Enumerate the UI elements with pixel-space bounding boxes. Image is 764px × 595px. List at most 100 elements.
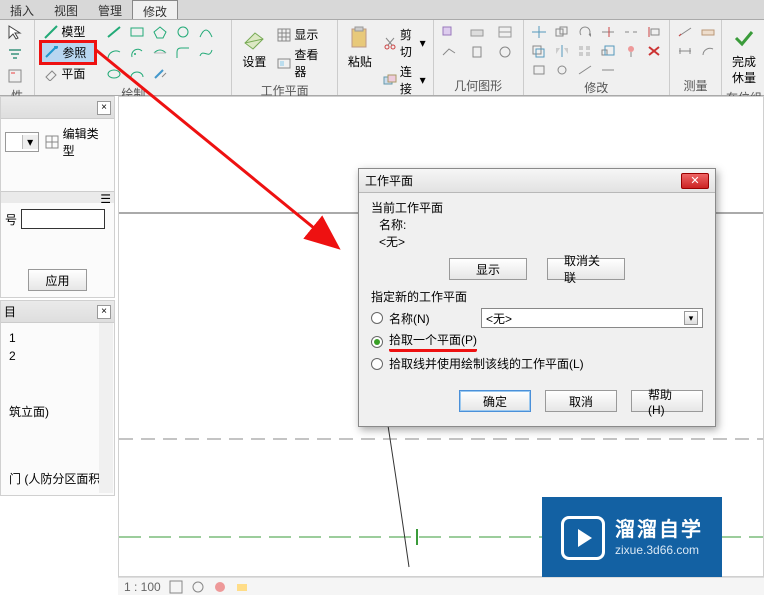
- set-workplane-btn[interactable]: 设置: [236, 22, 272, 72]
- plane-btn[interactable]: 平面: [41, 64, 95, 83]
- meas-4[interactable]: [697, 41, 719, 61]
- mod-mirror[interactable]: [551, 41, 573, 61]
- halfellipse-tool[interactable]: [126, 64, 148, 84]
- mod-align[interactable]: [643, 22, 665, 42]
- radio-name[interactable]: [371, 312, 383, 324]
- finish-label2: 休量: [732, 69, 756, 86]
- sb-icon[interactable]: [169, 580, 183, 594]
- arc-tan-tool[interactable]: [149, 43, 171, 63]
- mod-14[interactable]: [551, 60, 573, 80]
- sb-icon[interactable]: [191, 580, 205, 594]
- poly-tool[interactable]: [149, 22, 171, 42]
- mod-trim[interactable]: [597, 22, 619, 42]
- edit-type-label: 编辑类型: [63, 125, 110, 159]
- geo-5[interactable]: [466, 42, 488, 62]
- help-button[interactable]: 帮助(H): [631, 390, 703, 412]
- field-input[interactable]: [21, 209, 105, 229]
- model-line-btn[interactable]: 模型: [41, 22, 95, 41]
- mod-copy[interactable]: [551, 22, 573, 42]
- tab-modify[interactable]: 修改: [132, 0, 178, 19]
- scale-label[interactable]: 1 : 100: [124, 580, 161, 594]
- workplane-dialog: 工作平面 ✕ 当前工作平面 名称: <无> 显示 取消关联 指定新的工作平面 名…: [358, 168, 716, 427]
- show-workplane-btn[interactable]: 显示: [274, 25, 332, 44]
- mod-split[interactable]: [620, 22, 642, 42]
- geo-1[interactable]: [438, 22, 460, 42]
- arc-start-tool[interactable]: [103, 43, 125, 63]
- radio-pick-plane[interactable]: [371, 336, 383, 348]
- paste-btn[interactable]: 粘贴: [342, 22, 378, 72]
- tab-insert[interactable]: 插入: [0, 0, 44, 19]
- radio-pick-line[interactable]: [371, 358, 383, 370]
- mod-move[interactable]: [528, 22, 550, 42]
- tree-row[interactable]: 门 (人防分区面积): [5, 468, 110, 489]
- filter-icon[interactable]: [4, 44, 26, 64]
- ok-button[interactable]: 确定: [459, 390, 531, 412]
- show-btn[interactable]: 显示: [449, 258, 527, 280]
- select-value: <无>: [486, 310, 512, 327]
- tree-hdr-label: 目: [4, 303, 16, 320]
- mod-array[interactable]: [574, 41, 596, 61]
- chevron-down-icon: ▾: [684, 311, 698, 325]
- props-icon[interactable]: [4, 66, 26, 86]
- arc3-tool[interactable]: [195, 22, 217, 42]
- pick-lines-tool[interactable]: [149, 64, 171, 84]
- tree-row[interactable]: 1: [5, 329, 110, 347]
- sb-icon[interactable]: [213, 580, 227, 594]
- ellipse-tool[interactable]: [103, 64, 125, 84]
- mod-13[interactable]: [528, 60, 550, 80]
- meas-1[interactable]: [674, 22, 696, 42]
- sb-icon[interactable]: [235, 580, 249, 594]
- mod-offset[interactable]: [528, 41, 550, 61]
- edit-type-btn[interactable]: 编辑类型: [45, 125, 110, 159]
- tab-view[interactable]: 视图: [44, 0, 88, 19]
- left-panels: × ▾ 编辑类型 ☰ 号 应用 目× 1 2 筑立面): [0, 96, 115, 595]
- geo-2[interactable]: [466, 22, 488, 42]
- arc-center-tool[interactable]: [126, 43, 148, 63]
- finish-btn[interactable]: 完成 休量: [726, 22, 762, 88]
- mod-15[interactable]: [574, 60, 596, 80]
- name-select[interactable]: <无> ▾: [481, 308, 703, 328]
- geo-4[interactable]: [438, 42, 460, 62]
- opt-name-label: 名称(N): [389, 310, 475, 327]
- rect-tool[interactable]: [126, 22, 148, 42]
- plane-label: 平面: [61, 65, 85, 82]
- type-combo[interactable]: ▾: [5, 132, 39, 152]
- close-icon[interactable]: ×: [97, 305, 111, 319]
- scrollbar[interactable]: [99, 323, 113, 493]
- modify-grid: [528, 22, 665, 78]
- select-icon[interactable]: [4, 22, 26, 42]
- circle-tool[interactable]: [172, 22, 194, 42]
- tree-row[interactable]: 筑立面): [5, 401, 110, 422]
- group-measure-label: 测量: [674, 76, 717, 95]
- mod-delete[interactable]: [643, 41, 665, 61]
- opt-pick-label: 拾取一个平面(P): [389, 331, 477, 352]
- viewer-btn[interactable]: 查看器: [274, 45, 332, 81]
- spline-tool[interactable]: [195, 43, 217, 63]
- geo-3[interactable]: [494, 22, 516, 42]
- close-icon[interactable]: ×: [97, 101, 111, 115]
- plane-icon: [44, 67, 58, 81]
- mod-pin[interactable]: [620, 41, 642, 61]
- line-tool[interactable]: [103, 22, 125, 42]
- meas-2[interactable]: [697, 22, 719, 42]
- name-value: <无>: [379, 233, 703, 250]
- ref-plane-icon: [45, 46, 59, 60]
- cut-btn[interactable]: 剪切 ▾: [380, 25, 429, 61]
- watermark-logo: 溜溜自学 zixue.3d66.com: [542, 497, 722, 579]
- join-icon: [383, 73, 397, 87]
- tab-manage[interactable]: 管理: [88, 0, 132, 19]
- tree-row[interactable]: 2: [5, 347, 110, 365]
- apply-btn[interactable]: 应用: [28, 269, 86, 291]
- meas-3[interactable]: [674, 41, 696, 61]
- fillet-tool[interactable]: [172, 43, 194, 63]
- join-btn[interactable]: 连接 ▾: [380, 62, 429, 98]
- mod-rotate[interactable]: [574, 22, 596, 42]
- mod-16[interactable]: [597, 60, 619, 80]
- finish-label: 完成: [732, 53, 756, 70]
- geo-6[interactable]: [494, 42, 516, 62]
- ref-plane-btn[interactable]: 参照: [41, 42, 95, 63]
- close-icon[interactable]: ✕: [681, 173, 709, 189]
- unlink-btn[interactable]: 取消关联: [547, 258, 625, 280]
- cancel-button[interactable]: 取消: [545, 390, 617, 412]
- mod-scale[interactable]: [597, 41, 619, 61]
